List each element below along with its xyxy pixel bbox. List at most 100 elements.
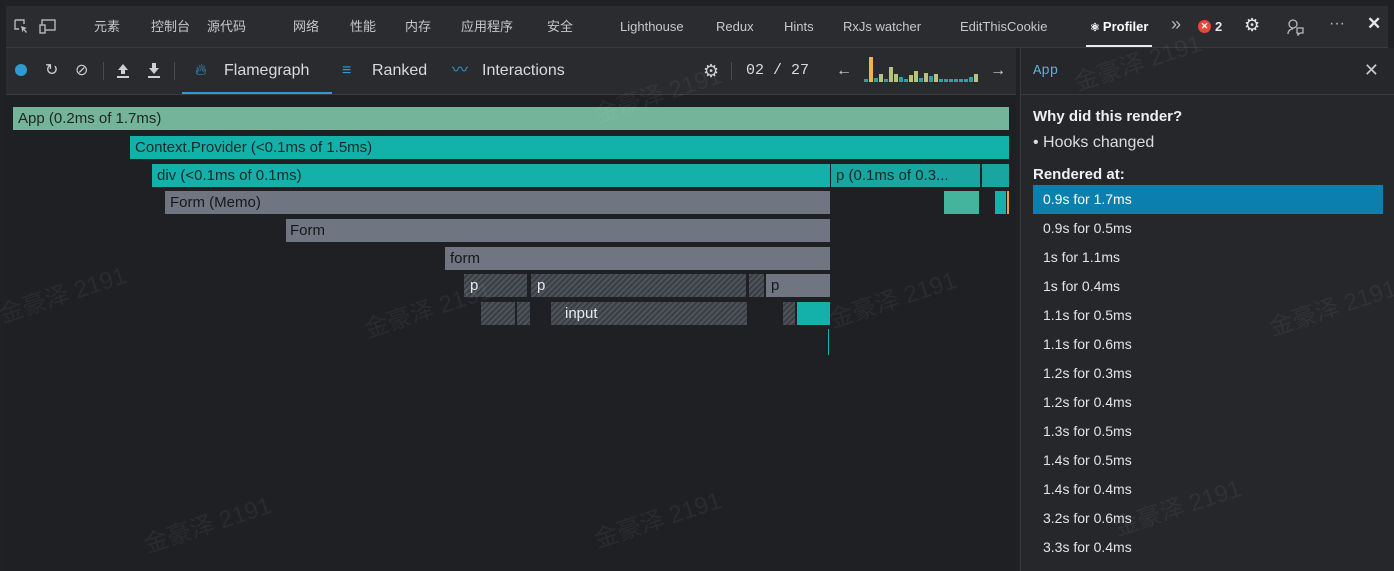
tab-console[interactable]: 控制台 <box>151 6 190 47</box>
flame-bar-p[interactable]: p <box>464 274 528 297</box>
commit-bar[interactable] <box>954 79 958 82</box>
commit-bar[interactable] <box>874 78 878 82</box>
commit-bar[interactable] <box>924 73 928 82</box>
commit-bar[interactable] <box>889 67 893 82</box>
clear-profile-icon[interactable]: ⊘ <box>75 62 88 80</box>
rendered-at-item[interactable]: 1s for 0.4ms <box>1033 272 1383 301</box>
error-count[interactable]: 2 <box>1215 6 1222 47</box>
commit-bar[interactable] <box>964 79 968 82</box>
tab-application[interactable]: 应用程序 <box>461 6 513 47</box>
flamegraph-area: App (0.2ms of 1.7ms) Context.Provider (<… <box>0 62 1016 571</box>
commit-bar[interactable] <box>914 71 918 82</box>
tab-interactions-label: Interactions <box>482 62 565 79</box>
save-profile-icon[interactable] <box>147 62 161 80</box>
error-icon[interactable]: ✕ <box>1198 20 1211 33</box>
flame-bar-form-memo[interactable]: Form (Memo) <box>165 191 831 214</box>
flame-bar-hatched[interactable] <box>517 302 531 325</box>
rendered-at-item[interactable]: 1.2s for 0.4ms <box>1033 388 1383 417</box>
more-options-icon[interactable]: ··· <box>1329 16 1345 32</box>
flame-bar-p[interactable]: p (0.1ms of 0.3... <box>831 164 981 187</box>
commit-bar[interactable] <box>944 79 948 82</box>
reload-and-profile-icon[interactable]: ↻ <box>45 62 58 80</box>
flame-bar-app[interactable]: App (0.2ms of 1.7ms) <box>13 107 1010 130</box>
tab-rxjs-watcher[interactable]: RxJs watcher <box>843 6 921 47</box>
rendered-at-item[interactable]: 1.4s for 0.4ms <box>1033 475 1383 504</box>
flame-bar-child[interactable] <box>797 302 831 325</box>
close-panel-icon[interactable]: ✕ <box>1364 60 1379 81</box>
rendered-at-item[interactable]: 0.9s for 0.5ms <box>1033 214 1383 243</box>
inspect-element-icon[interactable] <box>13 18 29 38</box>
commit-bar[interactable] <box>894 74 898 82</box>
flame-bar-child[interactable] <box>944 191 980 214</box>
rendered-at-item[interactable]: 1.1s for 0.6ms <box>1033 330 1383 359</box>
toolbar-divider <box>103 62 104 80</box>
tab-network[interactable]: 网络 <box>293 6 319 47</box>
feedback-icon[interactable] <box>1286 18 1304 40</box>
commit-bar[interactable] <box>939 79 943 82</box>
record-button[interactable] <box>15 64 27 76</box>
next-commit-arrow-icon[interactable]: → <box>990 62 1006 80</box>
commit-bar[interactable] <box>864 79 868 82</box>
commit-bar[interactable] <box>919 78 923 82</box>
rendered-at-item[interactable]: 3.2s for 0.6ms <box>1033 504 1383 533</box>
rendered-at-item[interactable]: 1.3s for 0.5ms <box>1033 417 1383 446</box>
commit-bar[interactable] <box>884 79 888 82</box>
flame-bar-div[interactable]: div (<0.1ms of 0.1ms) <box>152 164 831 187</box>
tab-flamegraph-label: Flamegraph <box>224 62 310 79</box>
tab-hints[interactable]: Hints <box>784 6 814 47</box>
flame-bar-form-element[interactable]: form <box>445 247 831 270</box>
tab-elements[interactable]: 元素 <box>94 6 120 47</box>
tab-memory[interactable]: 内存 <box>405 6 431 47</box>
rendered-at-item[interactable]: 1.1s for 0.5ms <box>1033 301 1383 330</box>
more-tabs-chevron-icon[interactable]: » <box>1171 15 1181 33</box>
flame-bar-p[interactable]: p <box>531 274 747 297</box>
commit-bar[interactable] <box>909 75 913 82</box>
tab-security[interactable]: 安全 <box>547 6 573 47</box>
commit-bar[interactable] <box>879 74 883 82</box>
commit-selector-chart[interactable] <box>864 52 979 88</box>
commit-bar[interactable] <box>974 74 978 82</box>
flame-bar-hatched[interactable] <box>749 274 765 297</box>
tab-ranked[interactable]: ≡ Ranked <box>340 48 440 94</box>
rendered-at-item[interactable]: 0.9s for 1.7ms <box>1033 185 1383 214</box>
commit-bar[interactable] <box>904 79 908 82</box>
tab-redux[interactable]: Redux <box>716 6 754 47</box>
flame-bar-context-provider[interactable]: Context.Provider (<0.1ms of 1.5ms) <box>130 136 1010 159</box>
device-toolbar-icon[interactable] <box>39 18 57 38</box>
previous-commit-arrow-icon[interactable]: ← <box>836 62 852 80</box>
flame-bar-child[interactable] <box>995 191 1007 214</box>
flame-bar-marker <box>1007 191 1009 214</box>
commit-bar[interactable] <box>929 76 933 82</box>
flame-bar-hatched[interactable] <box>481 302 516 325</box>
commit-bar-selected[interactable] <box>869 57 873 82</box>
rendered-at-item[interactable]: 1.4s for 0.5ms <box>1033 446 1383 475</box>
profiler-settings-gear-icon[interactable]: ⚙ <box>703 62 719 80</box>
rendered-at-item[interactable]: 3.3s for 0.4ms <box>1033 533 1383 562</box>
commit-bar[interactable] <box>959 79 963 82</box>
rendered-at-item[interactable]: 1s for 1.1ms <box>1033 243 1383 272</box>
tab-profiler[interactable]: ⚛ Profiler <box>1086 6 1153 47</box>
settings-gear-icon[interactable]: ⚙ <box>1244 16 1260 34</box>
flame-bar-form[interactable]: Form <box>286 219 831 242</box>
flame-bar-p[interactable]: p <box>766 274 831 297</box>
tab-profiler-label: Profiler <box>1102 19 1149 34</box>
commit-bar[interactable] <box>899 77 903 82</box>
commit-bar[interactable] <box>934 74 938 82</box>
profiler-toolbar: ↻ ⊘ 🔥︎ Flamegraph ≡ Ranked 〰 Interaction… <box>6 48 1016 95</box>
close-devtools-icon[interactable]: ✕ <box>1367 15 1381 32</box>
tab-sources[interactable]: 源代码 <box>207 6 246 47</box>
commit-bar[interactable] <box>969 77 973 82</box>
rendered-at-item[interactable]: 1.2s for 0.3ms <box>1033 359 1383 388</box>
tab-interactions[interactable]: 〰 Interactions <box>450 48 600 94</box>
toolbar-divider <box>731 62 732 80</box>
load-profile-icon[interactable] <box>116 62 130 80</box>
toolbar-divider <box>174 62 175 80</box>
tab-flamegraph[interactable]: 🔥︎ Flamegraph <box>182 48 332 94</box>
commit-bar[interactable] <box>949 79 953 82</box>
tab-editthiscookie[interactable]: EditThisCookie <box>960 6 1047 47</box>
flame-bar-input[interactable]: input <box>551 302 748 325</box>
flame-bar-sibling[interactable] <box>982 164 1010 187</box>
tab-lighthouse[interactable]: Lighthouse <box>620 6 684 47</box>
tab-performance[interactable]: 性能 <box>350 6 376 47</box>
flame-bar-hatched[interactable] <box>783 302 796 325</box>
